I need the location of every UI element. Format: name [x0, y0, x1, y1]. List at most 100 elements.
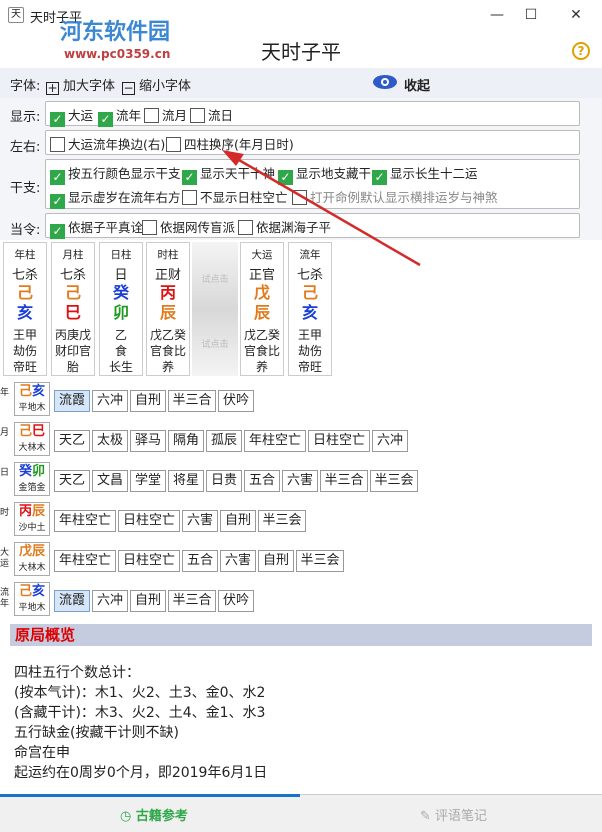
try-click-area[interactable]: 试点击 试点击 — [192, 242, 238, 376]
option-checkbox[interactable]: 流日 — [190, 105, 233, 124]
shensha-button[interactable]: 自刑 — [130, 590, 166, 612]
option-checkbox[interactable]: ✓ 显示天干十神 — [182, 163, 275, 185]
ganzhi-pair: 癸卯 — [15, 464, 49, 480]
comment-notes-tab[interactable]: ✎ 评语笔记 — [420, 805, 487, 824]
shensha-button[interactable]: 年柱空亡 — [54, 510, 116, 532]
shensha-button[interactable]: 天乙 — [54, 470, 90, 492]
ganzhi-cell[interactable]: 己亥 平地木 — [14, 382, 50, 416]
ganzhi-cell[interactable]: 丙辰 沙中土 — [14, 502, 50, 536]
checked-icon[interactable]: ✓ — [50, 224, 65, 239]
pillar-hidden-stems: 王甲 — [12, 328, 37, 342]
branch-text: 辰 — [32, 544, 46, 559]
eye-icon[interactable] — [372, 74, 398, 90]
shensha-button[interactable]: 学堂 — [130, 470, 166, 492]
shensha-button[interactable]: 伏吟 — [218, 390, 254, 412]
shensha-button[interactable]: 文昌 — [92, 470, 128, 492]
leftright-options: 大运流年换边(右) 四柱换序(年月日时) — [45, 130, 580, 155]
ganzhi-cell[interactable]: 己亥 平地木 — [14, 582, 50, 616]
classic-reference-tab[interactable]: ◷ 古籍参考 — [120, 805, 188, 824]
shensha-button[interactable]: 日柱空亡 — [308, 430, 370, 452]
shensha-button[interactable]: 半三会 — [370, 470, 418, 492]
ganzhi-cell[interactable]: 癸卯 金箔金 — [14, 462, 50, 496]
shensha-button[interactable]: 半三会 — [258, 510, 306, 532]
shensha-button[interactable]: 天乙 — [54, 430, 90, 452]
unchecked-icon[interactable] — [182, 190, 197, 205]
shensha-button[interactable]: 太极 — [92, 430, 128, 452]
pillar-ten: 日 — [114, 268, 128, 283]
shensha-button[interactable]: 半三合 — [320, 470, 368, 492]
unchecked-icon[interactable] — [166, 137, 181, 152]
shensha-button[interactable]: 日贵 — [206, 470, 242, 492]
option-checkbox[interactable]: 大运流年换边(右) — [50, 134, 165, 153]
summary-line: 命宫在申 — [14, 745, 70, 761]
shensha-button[interactable]: 将星 — [168, 470, 204, 492]
shensha-button[interactable]: 隔角 — [168, 430, 204, 452]
shensha-button[interactable]: 伏吟 — [218, 590, 254, 612]
shensha-button[interactable]: 六冲 — [92, 390, 128, 412]
option-checkbox[interactable]: 依据渊海子平 — [238, 217, 331, 236]
decrease-font-button[interactable]: − 缩小字体 — [122, 75, 191, 95]
shensha-button[interactable]: 六害 — [182, 510, 218, 532]
option-checkbox[interactable]: ✓ 显示虚岁在流年右方 — [50, 187, 181, 209]
maximize-button[interactable]: ☐ — [520, 4, 542, 26]
shensha-button[interactable]: 孤辰 — [206, 430, 242, 452]
option-checkbox[interactable]: 流月 — [144, 105, 187, 124]
shensha-button[interactable]: 自刑 — [130, 390, 166, 412]
unchecked-icon[interactable] — [238, 220, 253, 235]
option-label: 流月 — [162, 108, 188, 123]
shensha-button[interactable]: 五合 — [244, 470, 280, 492]
unchecked-icon[interactable] — [144, 108, 159, 123]
unchecked-icon[interactable] — [292, 190, 307, 205]
shensha-button[interactable]: 年柱空亡 — [54, 550, 116, 572]
shensha-button[interactable]: 半三合 — [168, 390, 216, 412]
option-checkbox[interactable]: ✓ 按五行颜色显示干支 — [50, 163, 181, 185]
pillar-head: 月柱 — [62, 249, 84, 261]
unchecked-icon[interactable] — [190, 108, 205, 123]
shensha-button[interactable]: 自刑 — [220, 510, 256, 532]
option-checkbox[interactable]: ✓ 显示长生十二运 — [372, 163, 478, 185]
ganzhi-cell[interactable]: 己巳 大林木 — [14, 422, 50, 456]
option-checkbox[interactable]: 四柱换序(年月日时) — [166, 134, 294, 153]
option-checkbox[interactable]: ✓ 依据子平真诠 — [50, 217, 143, 239]
ganzhi-pair: 丙辰 — [15, 504, 49, 520]
checked-icon[interactable]: ✓ — [372, 170, 387, 185]
option-checkbox[interactable]: ✓ 大运 — [50, 105, 93, 127]
clock-icon: ◷ — [120, 809, 132, 824]
shensha-button[interactable]: 半三合 — [168, 590, 216, 612]
checked-icon[interactable]: ✓ — [50, 194, 65, 209]
shensha-button[interactable]: 半三会 — [296, 550, 344, 572]
help-icon[interactable]: ? — [572, 42, 590, 60]
pillar-hidden-stems: 乙 — [114, 328, 127, 342]
shensha-button[interactable]: 自刑 — [258, 550, 294, 572]
shensha-button[interactable]: 流霞 — [54, 390, 90, 412]
option-checkbox[interactable]: 打开命例默认显示横排运岁与神煞 — [292, 187, 498, 206]
shensha-button[interactable]: 六冲 — [92, 590, 128, 612]
shensha-button[interactable]: 日柱空亡 — [118, 550, 180, 572]
unchecked-icon[interactable] — [142, 220, 157, 235]
unchecked-icon[interactable] — [50, 137, 65, 152]
shensha-button[interactable]: 六害 — [220, 550, 256, 572]
option-checkbox[interactable]: ✓ 流年 — [98, 105, 141, 127]
checked-icon[interactable]: ✓ — [98, 112, 113, 127]
minimize-button[interactable]: — — [486, 4, 508, 26]
ganzhi-cell[interactable]: 戊辰 大林木 — [14, 542, 50, 576]
increase-font-button[interactable]: + 加大字体 — [46, 75, 115, 95]
shensha-button[interactable]: 驿马 — [130, 430, 166, 452]
shensha-button[interactable]: 流霞 — [54, 590, 90, 612]
pillar-hidden-stems: 食 — [114, 344, 127, 358]
shensha-button[interactable]: 六害 — [282, 470, 318, 492]
option-checkbox[interactable]: 不显示日柱空亡 — [182, 187, 288, 206]
dangling-options: ✓ 依据子平真诠 依据网传盲派 依据渊海子平 — [45, 213, 580, 239]
checked-icon[interactable]: ✓ — [278, 170, 293, 185]
checked-icon[interactable]: ✓ — [182, 170, 197, 185]
shensha-button[interactable]: 年柱空亡 — [244, 430, 306, 452]
option-checkbox[interactable]: ✓ 显示地支藏干 — [278, 163, 371, 185]
collapse-button[interactable]: 收起 — [404, 75, 430, 94]
close-button[interactable]: ✕ — [565, 4, 587, 26]
checked-icon[interactable]: ✓ — [50, 112, 65, 127]
shensha-button[interactable]: 五合 — [182, 550, 218, 572]
shensha-button[interactable]: 日柱空亡 — [118, 510, 180, 532]
option-checkbox[interactable]: 依据网传盲派 — [142, 217, 235, 236]
checked-icon[interactable]: ✓ — [50, 170, 65, 185]
shensha-button[interactable]: 六冲 — [372, 430, 408, 452]
